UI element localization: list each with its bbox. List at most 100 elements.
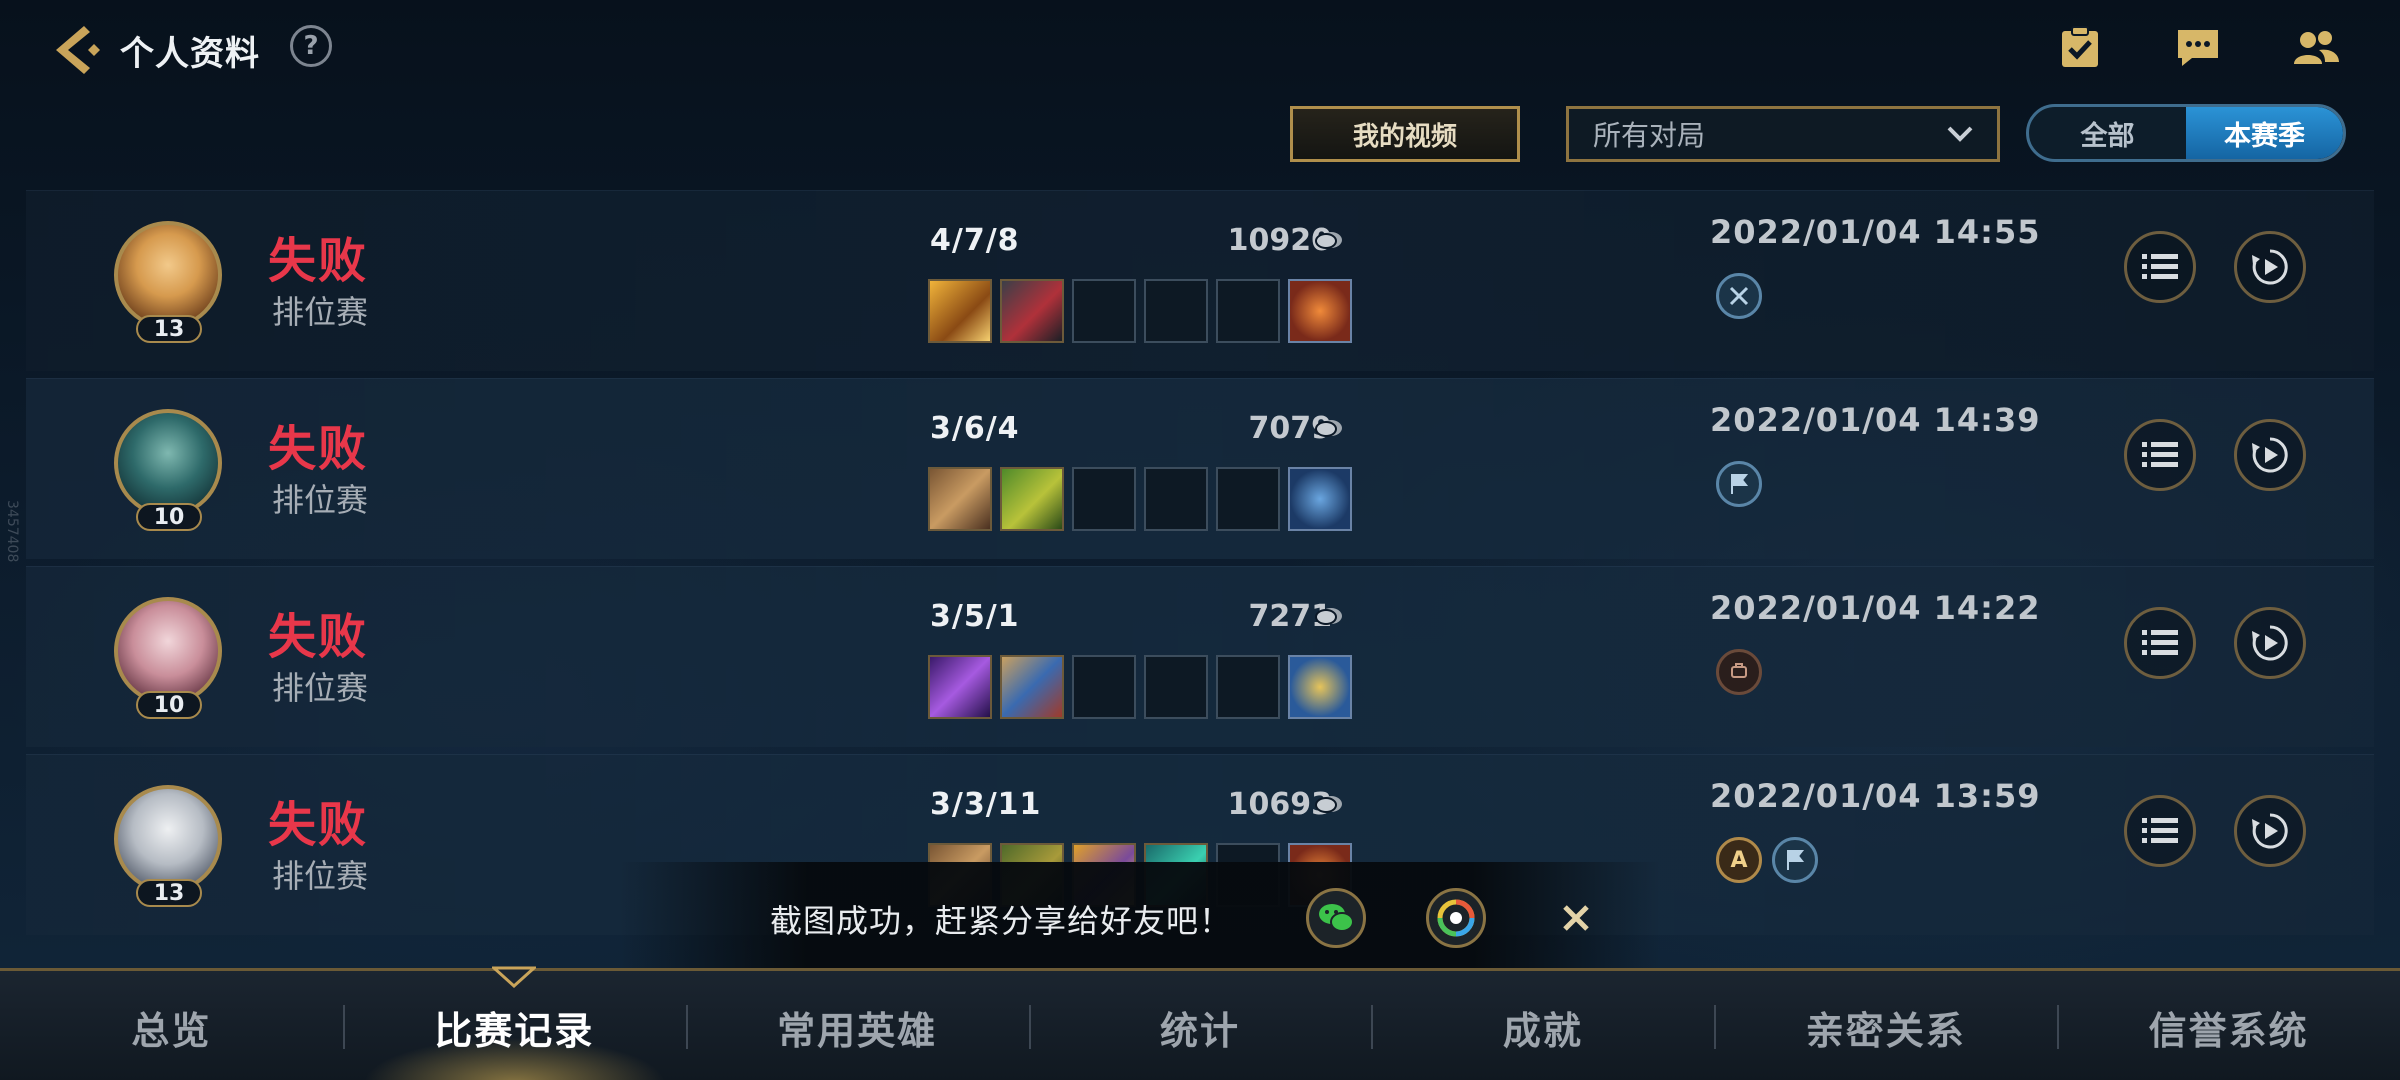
tab-overview[interactable]: 总览 bbox=[0, 971, 343, 1080]
chevron-down-icon bbox=[1947, 126, 1973, 142]
item-slots bbox=[928, 655, 1352, 719]
kda: 3/5/1 bbox=[930, 599, 1020, 634]
list-icon bbox=[2142, 442, 2178, 467]
champion-avatar bbox=[114, 221, 222, 329]
tab-statistics[interactable]: 统计 bbox=[1028, 971, 1372, 1080]
page-title: 个人资料 bbox=[120, 34, 260, 74]
screenshot-share-toast: 截图成功，赶紧分享给好友吧！ bbox=[620, 862, 1660, 974]
champion-avatar bbox=[114, 785, 222, 893]
kda: 3/3/11 bbox=[930, 787, 1042, 822]
match-type-value: 所有对局 bbox=[1593, 119, 1706, 152]
list-icon bbox=[2142, 630, 2178, 655]
back-arrow-icon bbox=[56, 26, 100, 74]
flag-badge-icon bbox=[1716, 461, 1762, 507]
item-slot[interactable] bbox=[1000, 279, 1064, 343]
item-slot[interactable] bbox=[928, 655, 992, 719]
replay-icon bbox=[2252, 813, 2288, 849]
replay-button[interactable] bbox=[2234, 231, 2306, 303]
item-slot bbox=[1072, 467, 1136, 531]
champion-avatar bbox=[114, 409, 222, 517]
match-details-button[interactable] bbox=[2124, 795, 2196, 867]
help-icon[interactable]: ? bbox=[290, 25, 332, 67]
bottom-navigation: 总览 比赛记录 常用英雄 统计 成就 亲密关系 信誉系统 bbox=[0, 968, 2400, 1080]
game-mode: 排位赛 bbox=[272, 293, 369, 331]
back-button[interactable] bbox=[48, 20, 108, 80]
match-row[interactable]: 13 失败 排位赛 4/7/8 10920 2022/01/04 14:55 bbox=[26, 190, 2374, 371]
my-videos-button[interactable]: 我的视频 bbox=[1290, 106, 1520, 162]
match-result: 失败 bbox=[268, 421, 369, 477]
toast-message: 截图成功，赶紧分享给好友吧！ bbox=[770, 902, 1233, 940]
share-wechat-button[interactable] bbox=[1306, 888, 1366, 948]
share-moments-button[interactable] bbox=[1426, 888, 1486, 948]
trinket-slot[interactable] bbox=[1288, 655, 1352, 719]
toast-close-button[interactable] bbox=[1550, 892, 1602, 944]
item-slot[interactable] bbox=[1000, 655, 1064, 719]
grade-label: A bbox=[1730, 847, 1748, 873]
gold-coin-icon bbox=[1315, 608, 1342, 625]
replay-icon bbox=[2252, 625, 2288, 661]
match-details-button[interactable] bbox=[2124, 607, 2196, 679]
item-slot bbox=[1216, 279, 1280, 343]
match-datetime: 2022/01/04 14:22 bbox=[1710, 589, 2041, 627]
friends-icon[interactable] bbox=[2290, 22, 2342, 74]
item-slot bbox=[1216, 655, 1280, 719]
replay-button[interactable] bbox=[2234, 795, 2306, 867]
grade-a-badge-icon: A bbox=[1716, 837, 1762, 883]
match-tags: A bbox=[1716, 837, 1818, 883]
match-tags bbox=[1716, 273, 1762, 319]
wechat-icon bbox=[1319, 904, 1354, 932]
replay-icon bbox=[2252, 249, 2288, 285]
item-slots bbox=[928, 467, 1352, 531]
match-tags bbox=[1716, 649, 1762, 695]
trinket-slot[interactable] bbox=[1288, 467, 1352, 531]
close-icon bbox=[1563, 905, 1589, 931]
match-result: 失败 bbox=[268, 609, 369, 665]
kda: 4/7/8 bbox=[930, 223, 1020, 258]
item-slot bbox=[1144, 655, 1208, 719]
list-icon bbox=[2142, 254, 2178, 279]
tab-relationships[interactable]: 亲密关系 bbox=[1714, 971, 2057, 1080]
tab-favorite-champions[interactable]: 常用英雄 bbox=[685, 971, 1029, 1080]
item-slot[interactable] bbox=[1000, 467, 1064, 531]
gold-coin-icon bbox=[1315, 796, 1342, 813]
item-slot bbox=[1216, 467, 1280, 531]
task-checklist-icon[interactable] bbox=[2054, 22, 2106, 74]
item-slot bbox=[1144, 279, 1208, 343]
match-datetime: 2022/01/04 13:59 bbox=[1710, 777, 2041, 815]
item-slot[interactable] bbox=[928, 279, 992, 343]
season-option-all[interactable]: 全部 bbox=[2029, 107, 2186, 159]
season-option-current[interactable]: 本赛季 bbox=[2186, 107, 2343, 159]
match-result: 失败 bbox=[268, 797, 369, 853]
gold-amount: 7079 bbox=[1248, 411, 1333, 446]
match-row[interactable]: 10 失败 排位赛 3/5/1 7271 2022/01/04 14:22 bbox=[26, 566, 2374, 747]
match-row[interactable]: 10 失败 排位赛 3/6/4 7079 2022/01/04 14:39 bbox=[26, 378, 2374, 559]
item-slot[interactable] bbox=[928, 467, 992, 531]
match-datetime: 2022/01/04 14:55 bbox=[1710, 213, 2041, 251]
match-details-button[interactable] bbox=[2124, 419, 2196, 491]
gold-coin-icon bbox=[1315, 420, 1342, 437]
champion-avatar bbox=[114, 597, 222, 705]
champion-level: 10 bbox=[136, 503, 202, 531]
trinket-slot[interactable] bbox=[1288, 279, 1352, 343]
item-slot bbox=[1072, 655, 1136, 719]
replay-icon bbox=[2252, 437, 2288, 473]
match-datetime: 2022/01/04 14:39 bbox=[1710, 401, 2041, 439]
profile-screen: 个人资料 ? 我的视频 所有对局 全部 本赛季 3457408 13 失败 排位… bbox=[0, 0, 2400, 1080]
game-mode: 排位赛 bbox=[272, 669, 369, 707]
tab-achievements[interactable]: 成就 bbox=[1371, 971, 1714, 1080]
chat-icon[interactable] bbox=[2172, 22, 2224, 74]
active-tab-marker-icon bbox=[492, 966, 536, 988]
match-type-dropdown[interactable]: 所有对局 bbox=[1566, 106, 2000, 162]
match-details-button[interactable] bbox=[2124, 231, 2196, 303]
game-mode: 排位赛 bbox=[272, 857, 369, 895]
season-toggle: 全部 本赛季 bbox=[2026, 104, 2346, 162]
replay-button[interactable] bbox=[2234, 607, 2306, 679]
game-mode: 排位赛 bbox=[272, 481, 369, 519]
side-watermark: 3457408 bbox=[4, 500, 20, 563]
item-slot bbox=[1144, 467, 1208, 531]
tab-honor-system[interactable]: 信誉系统 bbox=[2057, 971, 2400, 1080]
bronze-badge-icon bbox=[1716, 649, 1762, 695]
champion-level: 13 bbox=[136, 879, 202, 907]
champion-level: 13 bbox=[136, 315, 202, 343]
replay-button[interactable] bbox=[2234, 419, 2306, 491]
